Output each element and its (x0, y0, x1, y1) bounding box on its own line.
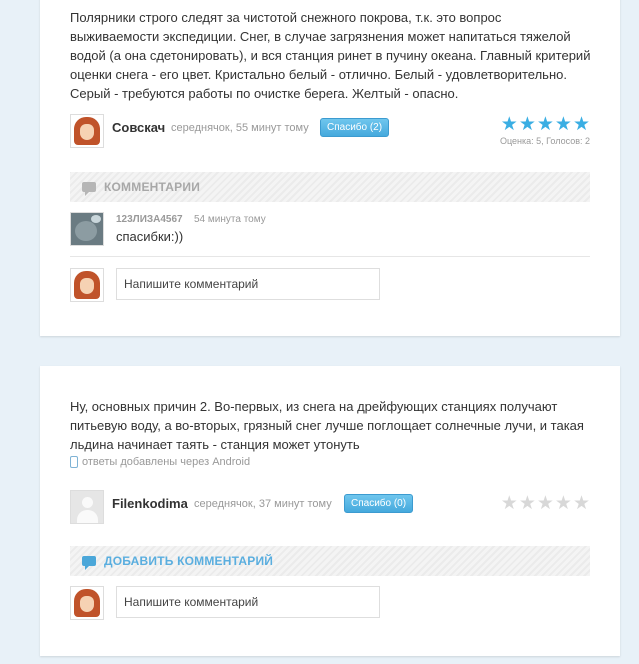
phone-icon (70, 456, 78, 468)
add-comment-link[interactable]: ДОБАВИТЬ КОММЕНТАРИЙ (104, 554, 273, 568)
star-icon[interactable]: ★ (537, 494, 554, 513)
star-icon[interactable]: ★ (573, 494, 590, 513)
author-avatar[interactable] (70, 114, 104, 148)
divider (70, 256, 590, 257)
answer-author-row: Filenkodima середнячок, 37 минут тому Сп… (70, 490, 590, 526)
comment-bubble-icon (82, 182, 96, 196)
answer-author-row: Совскач середнячок, 55 минут тому Спасиб… (70, 114, 590, 150)
comment-time: 54 минута тому (194, 214, 266, 225)
comments-title: КОММЕНТАРИИ (104, 180, 201, 194)
star-icon[interactable]: ★ (537, 115, 554, 134)
my-avatar (70, 268, 104, 302)
comment-input[interactable] (116, 586, 380, 618)
add-comment-header[interactable]: ДОБАВИТЬ КОММЕНТАРИЙ (70, 546, 590, 576)
star-icon[interactable]: ★ (555, 494, 572, 513)
author-avatar[interactable] (70, 490, 104, 524)
rating-info: Оценка: 5, Голосов: 2 (499, 136, 590, 146)
thanks-button[interactable]: Спасибо (0) (344, 494, 414, 513)
my-avatar (70, 586, 104, 620)
commenter-name[interactable]: 123ЛИЗА4567 (116, 214, 183, 225)
write-comment-row (70, 586, 590, 622)
via-android: ответы добавлены через Android (70, 456, 250, 468)
comments-header: КОММЕНТАРИИ (70, 172, 590, 202)
author-name[interactable]: Filenkodima (112, 496, 188, 511)
star-icon[interactable]: ★ (519, 494, 536, 513)
star-icon[interactable]: ★ (519, 115, 536, 134)
via-android-text: ответы добавлены через Android (82, 456, 251, 468)
answer-text: Ну, основных причин 2. Во-первых, из сне… (70, 399, 584, 452)
comment-input[interactable] (116, 268, 380, 300)
author-name[interactable]: Совскач (112, 120, 165, 135)
comment-bubble-icon (82, 556, 96, 570)
rating-stars[interactable]: ★ ★ ★ ★ ★ (501, 494, 590, 513)
comment-text: спасибки:)) (116, 229, 184, 244)
answer-card: Ну, основных причин 2. Во-первых, из сне… (40, 366, 620, 656)
author-meta: середнячок, 37 минут тому (194, 498, 332, 510)
star-icon[interactable]: ★ (501, 115, 518, 134)
rating-stars[interactable]: ★ ★ ★ ★ ★ (501, 115, 590, 134)
thanks-button[interactable]: Спасибо (2) (320, 118, 390, 137)
write-comment-row (70, 268, 590, 304)
star-icon[interactable]: ★ (573, 115, 590, 134)
answer-text: Полярники строго следят за чистотой снеж… (70, 10, 591, 101)
comment-item: 123ЛИЗА4567 54 минута тому спасибки:)) (70, 212, 590, 258)
author-meta: середнячок, 55 минут тому (171, 122, 309, 134)
answer-card: Полярники строго следят за чистотой снеж… (40, 0, 620, 336)
commenter-avatar[interactable] (70, 212, 104, 246)
star-icon[interactable]: ★ (555, 115, 572, 134)
star-icon[interactable]: ★ (501, 494, 518, 513)
